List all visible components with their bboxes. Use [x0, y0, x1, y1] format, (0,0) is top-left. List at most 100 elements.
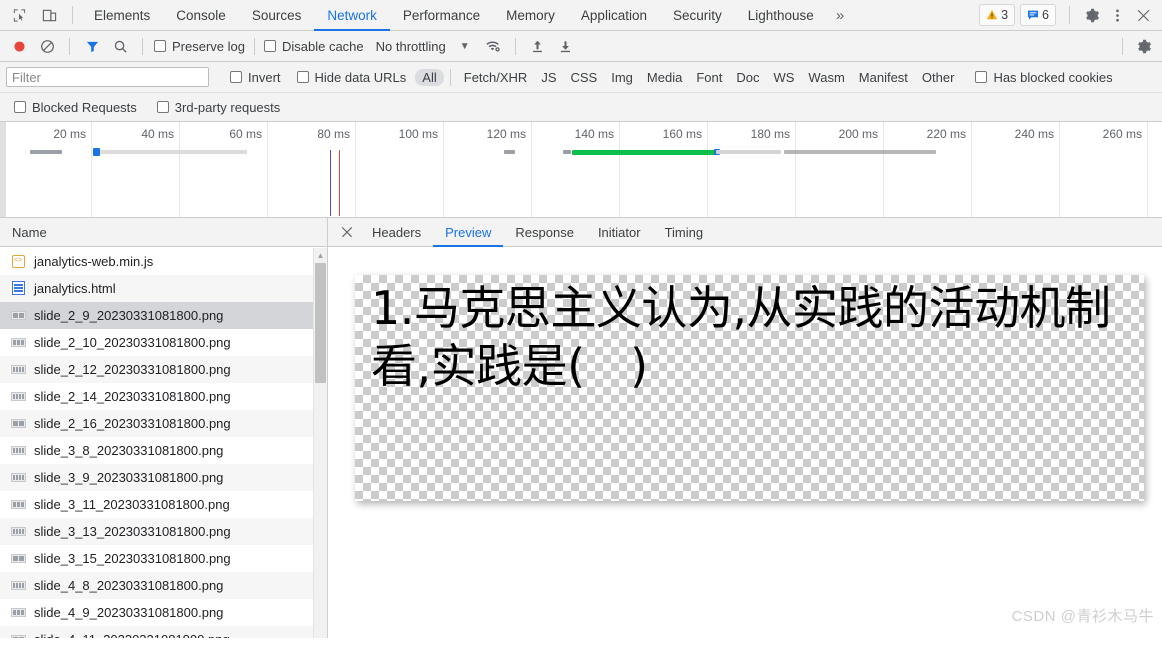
tab-security[interactable]: Security: [660, 0, 735, 31]
disable-cache-label: Disable cache: [281, 38, 364, 54]
column-header-name[interactable]: Name: [0, 218, 327, 247]
overview-tick-20ms: 20 ms: [53, 127, 86, 141]
invert-checkbox[interactable]: Invert: [230, 70, 281, 85]
tab-memory[interactable]: Memory: [493, 0, 568, 31]
html-file-icon: [10, 280, 26, 296]
list-item[interactable]: slide_4_11_20230331081800.png: [0, 626, 327, 638]
warnings-badge[interactable]: 3: [979, 4, 1016, 26]
overview-tick-260ms: 260 ms: [1102, 127, 1142, 141]
tab-response[interactable]: Response: [503, 218, 586, 247]
list-item[interactable]: slide_4_9_20230331081800.png: [0, 599, 327, 626]
gear-icon[interactable]: [1078, 2, 1104, 28]
device-toolbar-icon[interactable]: [34, 2, 64, 28]
scrollbar-thumb[interactable]: [315, 263, 326, 383]
hide-data-urls-box[interactable]: [296, 71, 309, 83]
disable-cache-checkbox[interactable]: Disable cache: [263, 38, 364, 54]
filter-type-wasm[interactable]: Wasm: [801, 69, 851, 86]
tab-timing[interactable]: Timing: [653, 218, 716, 247]
list-item[interactable]: slide_2_16_20230331081800.png: [0, 410, 327, 437]
list-item[interactable]: slide_3_13_20230331081800.png: [0, 518, 327, 545]
preserve-log-checkbox[interactable]: Preserve log: [154, 39, 245, 54]
tab-console[interactable]: Console: [163, 0, 239, 31]
filter-input[interactable]: [6, 67, 209, 87]
tab-preview[interactable]: Preview: [433, 218, 504, 247]
list-item[interactable]: slide_3_11_20230331081800.png: [0, 491, 327, 518]
request-name: slide_3_8_20230331081800.png: [34, 442, 224, 458]
record-button-icon[interactable]: [6, 34, 32, 58]
filter-funnel-icon[interactable]: [79, 34, 105, 58]
tab-application[interactable]: Application: [568, 0, 660, 31]
overview-tick-60ms: 60 ms: [229, 127, 262, 141]
disable-cache-box[interactable]: [263, 40, 276, 52]
clear-icon[interactable]: [34, 34, 60, 58]
filter-type-img[interactable]: Img: [604, 69, 640, 86]
tab-network[interactable]: Network: [314, 0, 390, 31]
tabbar-right-group: 3 6: [979, 2, 1162, 28]
detail-tabs: Headers Preview Response Initiator Timin…: [328, 218, 1162, 247]
list-item[interactable]: slide_2_9_20230331081800.png: [0, 302, 327, 329]
filter-type-media[interactable]: Media: [640, 69, 689, 86]
import-har-icon[interactable]: [525, 34, 551, 58]
preview-image-text: 1.马克思主义认为,从实践的活动机制看,实践是( ): [371, 281, 1111, 393]
network-overview-timeline[interactable]: 20 ms 40 ms 60 ms 80 ms 100 ms 120 ms 14…: [0, 122, 1162, 218]
list-item[interactable]: janalytics.html: [0, 275, 327, 302]
preview-image[interactable]: 1.马克思主义认为,从实践的活动机制看,实践是( ): [355, 275, 1144, 501]
image-file-icon: [10, 550, 26, 566]
tab-headers[interactable]: Headers: [360, 218, 433, 247]
more-options-icon[interactable]: [1104, 2, 1130, 28]
has-blocked-cookies-box[interactable]: [975, 71, 988, 83]
filter-type-font[interactable]: Font: [689, 69, 729, 86]
filter-type-js[interactable]: JS: [534, 69, 563, 86]
close-icon[interactable]: [334, 219, 360, 245]
list-item[interactable]: slide_2_10_20230331081800.png: [0, 329, 327, 356]
network-settings-gear-icon[interactable]: [1130, 34, 1156, 58]
filter-type-doc[interactable]: Doc: [729, 69, 766, 86]
scroll-up-arrow-icon[interactable]: ▲: [314, 250, 327, 261]
close-icon[interactable]: [1130, 2, 1156, 28]
dom-content-loaded-line: [330, 150, 331, 216]
filter-type-css[interactable]: CSS: [564, 69, 605, 86]
image-file-icon: [10, 496, 26, 512]
filter-type-ws[interactable]: WS: [766, 69, 801, 86]
blocked-requests-checkbox[interactable]: Blocked Requests: [14, 100, 137, 115]
request-name: slide_4_9_20230331081800.png: [34, 604, 224, 620]
list-item[interactable]: slide_3_15_20230331081800.png: [0, 545, 327, 572]
image-file-icon: [10, 334, 26, 350]
network-toggle-bar: Blocked Requests 3rd-party requests: [0, 93, 1162, 122]
requests-scrollbar[interactable]: ▲: [313, 248, 327, 638]
inspect-element-icon[interactable]: [4, 2, 34, 28]
preserve-log-box[interactable]: [154, 40, 166, 52]
overview-request-bar: [30, 150, 62, 154]
warning-count: 3: [1001, 8, 1009, 22]
list-item[interactable]: slide_3_9_20230331081800.png: [0, 464, 327, 491]
list-item[interactable]: slide_3_8_20230331081800.png: [0, 437, 327, 464]
search-icon[interactable]: [107, 34, 133, 58]
throttling-select[interactable]: No throttling: [376, 39, 446, 54]
third-party-requests-checkbox[interactable]: 3rd-party requests: [156, 100, 280, 115]
invert-box[interactable]: [230, 71, 242, 83]
filter-type-other[interactable]: Other: [915, 69, 962, 86]
filter-type-fetch-xhr[interactable]: Fetch/XHR: [457, 69, 535, 86]
hide-data-urls-checkbox[interactable]: Hide data URLs: [296, 70, 406, 85]
tab-lighthouse[interactable]: Lighthouse: [735, 0, 827, 31]
has-blocked-cookies-checkbox[interactable]: Has blocked cookies: [975, 70, 1113, 85]
tab-sources[interactable]: Sources: [239, 0, 315, 31]
list-item[interactable]: slide_4_8_20230331081800.png: [0, 572, 327, 599]
blocked-requests-box[interactable]: [14, 101, 26, 113]
more-tabs-icon[interactable]: »: [827, 7, 853, 24]
third-party-requests-box[interactable]: [156, 101, 169, 113]
wifi-settings-icon[interactable]: [480, 34, 506, 58]
tab-initiator[interactable]: Initiator: [586, 218, 653, 247]
filter-type-manifest[interactable]: Manifest: [852, 69, 915, 86]
tab-performance[interactable]: Performance: [390, 0, 493, 31]
network-action-bar: Preserve log Disable cache No throttling…: [0, 31, 1162, 62]
list-item[interactable]: slide_2_12_20230331081800.png: [0, 356, 327, 383]
tab-elements[interactable]: Elements: [81, 0, 163, 31]
list-item[interactable]: <> janalytics-web.min.js: [0, 248, 327, 275]
chevron-down-icon[interactable]: ▼: [460, 41, 470, 52]
toolbar-divider: [72, 6, 73, 24]
filter-type-all[interactable]: All: [415, 68, 444, 86]
export-har-icon[interactable]: [553, 34, 579, 58]
messages-badge[interactable]: 6: [1020, 4, 1056, 26]
list-item[interactable]: slide_2_14_20230331081800.png: [0, 383, 327, 410]
